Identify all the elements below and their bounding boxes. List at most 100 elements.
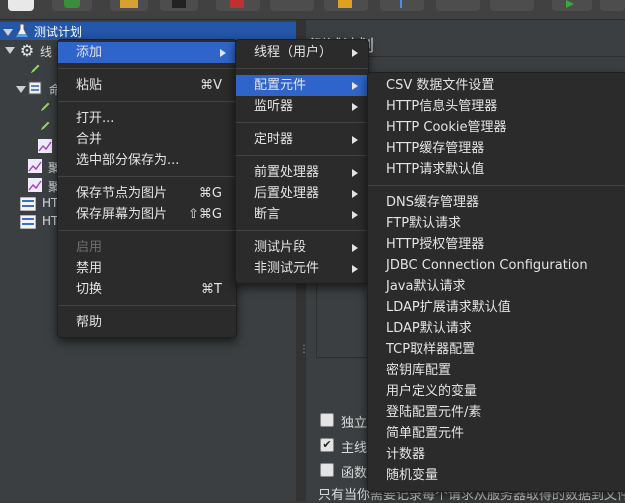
submenu-item-threads[interactable]: 线程（用户）	[236, 42, 368, 63]
submenu-item-assertion-label: 断言	[254, 207, 281, 222]
submenu-item-non-test[interactable]: 非测试元件	[236, 258, 368, 279]
templates-button[interactable]	[52, 0, 92, 11]
config-item[interactable]: Java默认请求	[368, 276, 625, 297]
chart-icon	[28, 159, 42, 173]
submenu-arrow-icon	[352, 190, 358, 198]
config-item[interactable]: HTTP缓存管理器	[368, 138, 625, 159]
config-item-label: Java默认请求	[386, 279, 466, 294]
tree-item-thread-group[interactable]: 线	[40, 43, 52, 60]
checkbox-independent[interactable]	[320, 413, 334, 427]
menu-separator	[368, 185, 625, 186]
http-icon	[20, 215, 36, 229]
tree-item-http[interactable]: HT	[42, 214, 58, 228]
menu-separator	[58, 230, 236, 231]
config-item[interactable]: HTTP请求默认值	[368, 159, 625, 180]
submenu-item-timer[interactable]: 定时器	[236, 129, 368, 150]
submenu-item-test-fragment[interactable]: 测试片段	[236, 237, 368, 258]
submenu-arrow-icon	[352, 103, 358, 111]
submenu-item-pre-processor[interactable]: 前置处理器	[236, 162, 368, 183]
config-item[interactable]: HTTP授权管理器	[368, 234, 625, 255]
config-item[interactable]: 简单配置元件	[368, 423, 625, 444]
config-item[interactable]: LDAP扩展请求默认值	[368, 297, 625, 318]
expand-triangle-icon[interactable]	[3, 29, 13, 36]
config-item[interactable]: FTP默认请求	[368, 213, 625, 234]
config-item[interactable]: 计数器	[368, 444, 625, 465]
collapse-button[interactable]	[436, 0, 480, 11]
menu-item-save-selection[interactable]: 选中部分保存为...	[58, 150, 236, 171]
submenu-item-post-processor[interactable]: 后置处理器	[236, 183, 368, 204]
tree-root-label[interactable]: 测试计划	[34, 23, 82, 40]
config-item[interactable]: CSV 数据文件设置	[368, 75, 625, 96]
config-item[interactable]: DNS缓存管理器	[368, 192, 625, 213]
menu-item-add[interactable]: 添加	[58, 42, 236, 63]
checkbox-main-thread[interactable]: ✔	[320, 438, 334, 452]
config-item-label: JDBC Connection Configuration	[386, 258, 588, 273]
config-item[interactable]: 用户定义的变量	[368, 381, 625, 402]
menu-item-enable-label: 启用	[76, 240, 103, 255]
submenu-item-assertion[interactable]: 断言	[236, 204, 368, 225]
menu-separator	[236, 230, 368, 231]
config-item[interactable]: LDAP默认请求	[368, 318, 625, 339]
submenu-arrow-icon	[352, 169, 358, 177]
save-button[interactable]	[160, 0, 198, 11]
menu-item-paste[interactable]: 粘贴 ⌘V	[58, 75, 236, 96]
checkbox-functional[interactable]	[320, 463, 334, 477]
submenu-item-pre-processor-label: 前置处理器	[254, 165, 320, 180]
menu-item-open-label: 打开...	[76, 111, 115, 126]
expand-triangle-icon[interactable]	[16, 86, 26, 93]
menu-item-save-screen-image-label: 保存屏幕为图片	[76, 207, 168, 222]
config-item[interactable]: HTTP信息头管理器	[368, 96, 625, 117]
chart-icon	[28, 178, 42, 192]
menu-item-help[interactable]: 帮助	[58, 312, 236, 333]
submenu-arrow-icon	[352, 136, 358, 144]
start-no-pause-button[interactable]	[600, 0, 625, 11]
http-icon	[20, 197, 36, 211]
menu-item-open[interactable]: 打开...	[58, 108, 236, 129]
copy-button[interactable]	[270, 0, 314, 11]
expand-button[interactable]	[380, 0, 424, 11]
paste-button[interactable]	[324, 0, 368, 11]
config-item-label: LDAP默认请求	[386, 321, 472, 336]
menu-item-toggle[interactable]: 切换 ⌘T	[58, 279, 236, 300]
config-item-label: HTTP缓存管理器	[386, 141, 485, 156]
submenu-item-non-test-label: 非测试元件	[254, 261, 320, 276]
config-item[interactable]: JDBC Connection Configuration	[368, 255, 625, 276]
pencil-icon	[28, 62, 42, 76]
tree-item-http[interactable]: HT	[42, 196, 58, 210]
submenu-arrow-icon	[352, 49, 358, 57]
start-button[interactable]	[552, 0, 592, 11]
config-item-label: HTTP Cookie管理器	[386, 120, 507, 135]
menu-item-save-screen-image[interactable]: 保存屏幕为图片 ⇧⌘G	[58, 204, 236, 225]
menu-item-help-label: 帮助	[76, 315, 103, 330]
config-item[interactable]: HTTP Cookie管理器	[368, 117, 625, 138]
config-item[interactable]: TCP取样器配置	[368, 339, 625, 360]
menu-item-merge[interactable]: 合并	[58, 129, 236, 150]
config-item-label: HTTP请求默认值	[386, 162, 485, 177]
expand-triangle-icon[interactable]	[5, 47, 15, 54]
gear-icon: ⚙	[19, 40, 35, 60]
submenu-item-listener-label: 监听器	[254, 99, 294, 114]
menu-separator	[236, 122, 368, 123]
checkbox-functional-label: 函数	[341, 466, 368, 481]
pencil-icon	[38, 119, 52, 133]
menu-item-disable[interactable]: 禁用	[58, 258, 236, 279]
config-item-label: 密钥库配置	[386, 363, 452, 378]
config-item-label: 随机变量	[386, 468, 439, 483]
config-item[interactable]: 密钥库配置	[368, 360, 625, 381]
menu-separator	[58, 101, 236, 102]
config-item[interactable]: 登陆配置元件/素	[368, 402, 625, 423]
config-element-submenu: CSV 数据文件设置 HTTP信息头管理器 HTTP Cookie管理器 HTT…	[367, 72, 625, 492]
menu-separator	[236, 68, 368, 69]
cut-button[interactable]	[216, 0, 260, 11]
new-button[interactable]	[8, 0, 34, 11]
menu-separator	[58, 176, 236, 177]
open-button[interactable]	[110, 0, 148, 11]
menu-separator	[236, 155, 368, 156]
submenu-item-listener[interactable]: 监听器	[236, 96, 368, 117]
config-item[interactable]: 随机变量	[368, 465, 625, 486]
submenu-item-timer-label: 定时器	[254, 132, 294, 147]
submenu-item-config-element[interactable]: 配置元件	[236, 75, 368, 96]
chart-icon	[38, 139, 52, 153]
menu-item-save-node-image[interactable]: 保存节点为图片 ⌘G	[58, 183, 236, 204]
toggle-button[interactable]	[490, 0, 534, 11]
